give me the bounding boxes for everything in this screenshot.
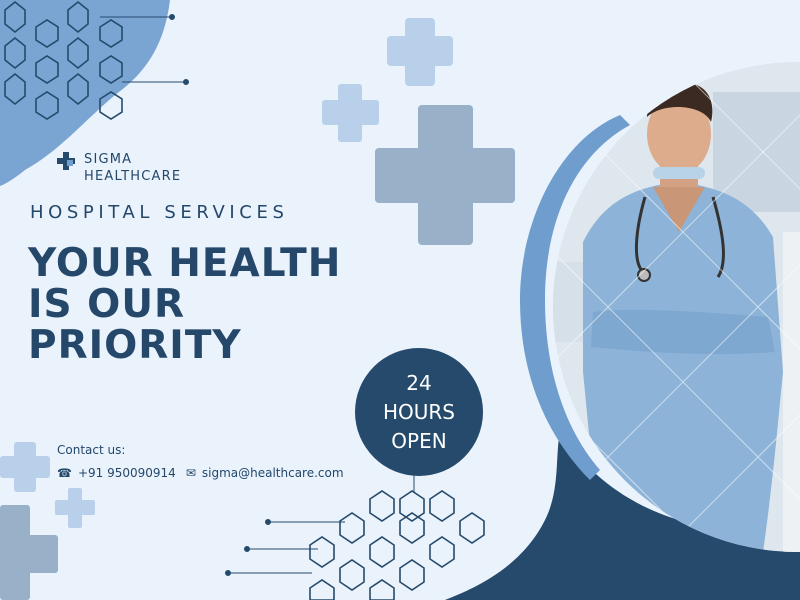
brand-name-line1: SIGMA [84, 152, 133, 167]
email-address[interactable]: sigma@healthcare.com [202, 466, 344, 480]
badge-line3: OPEN [391, 428, 447, 453]
phone-number[interactable]: +91 950090914 [78, 466, 176, 480]
circuit-lines-bottom [225, 474, 415, 576]
headline-line3: PRIORITY [28, 323, 242, 368]
brand-name: SIGMA HEALTHCARE [84, 151, 181, 185]
services-kicker: HOSPITAL SERVICES [30, 202, 289, 223]
cross-corner [0, 505, 58, 600]
headline-line2: IS OUR [28, 282, 186, 327]
headline-line1: YOUR HEALTH [28, 241, 342, 286]
badge-line2: HOURS [382, 399, 455, 424]
brand-name-line2: HEALTHCARE [84, 169, 182, 184]
hexagon-pattern-bottom [309, 490, 485, 600]
cross-tiny [55, 488, 95, 528]
cross-large [375, 105, 515, 245]
phone-icon: ☎ [57, 466, 72, 480]
badge-line1: 24 [406, 370, 432, 395]
cross-bottom-left [0, 442, 50, 492]
medical-cross-icon [57, 152, 75, 170]
hours-open-badge: 24 HOURS OPEN [355, 348, 483, 476]
contact-label: Contact us: [57, 443, 126, 457]
brand-logo: SIGMA HEALTHCARE [56, 151, 181, 185]
cross-top [387, 18, 453, 86]
contact-info: ☎ +91 950090914 ✉ sigma@healthcare.com [57, 466, 344, 480]
headline: YOUR HEALTH IS OUR PRIORITY [28, 243, 341, 366]
cross-small [322, 84, 379, 142]
mail-icon: ✉ [185, 466, 196, 480]
